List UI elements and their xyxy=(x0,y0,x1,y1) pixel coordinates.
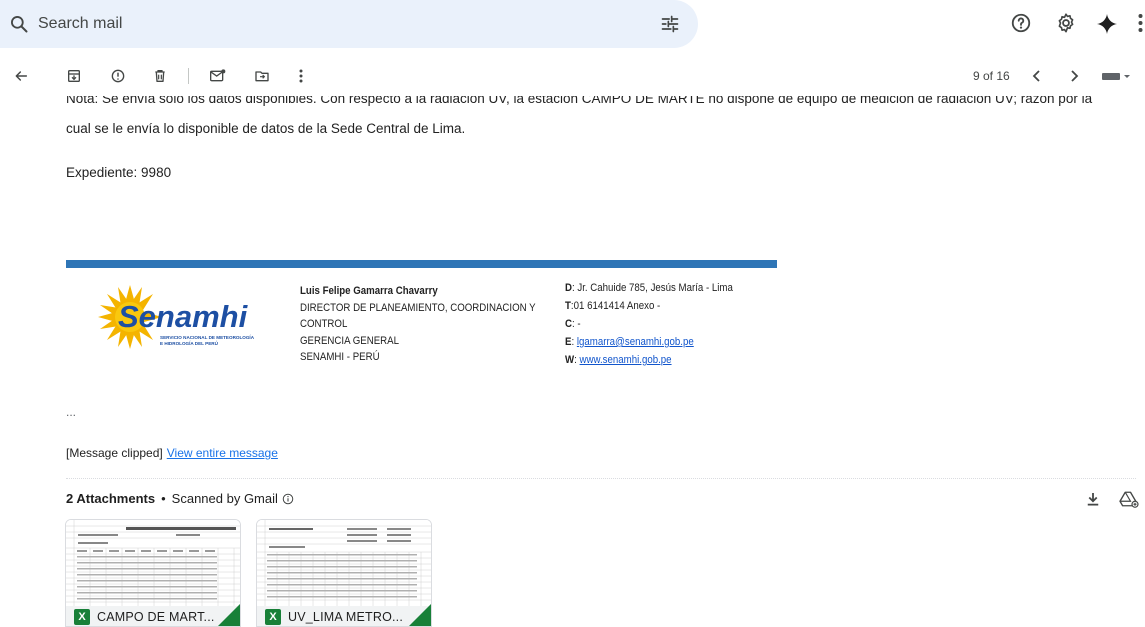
signature-details: Luis Felipe Gamarra Chavarry DIRECTOR DE… xyxy=(300,283,536,366)
archive-icon[interactable] xyxy=(64,66,84,86)
help-icon[interactable] xyxy=(1010,12,1032,34)
expediente-text: Expediente: 9980 xyxy=(66,165,172,180)
older-icon[interactable] xyxy=(1064,66,1084,86)
attachment-card[interactable]: X UV_LIMA METRO... xyxy=(256,519,432,627)
attachments-header: 2 Attachments • Scanned by Gmail xyxy=(66,491,294,506)
toolbar-divider xyxy=(188,68,189,84)
message-text-line: cual se le envía lo disponible de datos … xyxy=(66,121,466,136)
more-icon[interactable] xyxy=(291,66,311,86)
svg-text:E HIDROLOGÍA DEL PERÚ: E HIDROLOGÍA DEL PERÚ xyxy=(160,339,219,346)
attachment-name: UV_LIMA METRO... xyxy=(288,610,404,624)
attachments-count: 2 Attachments xyxy=(66,491,156,506)
corner-fold xyxy=(218,604,240,626)
signature-divider xyxy=(66,260,777,268)
spreadsheet-thumbnail xyxy=(66,520,240,606)
attachment-footer: X CAMPO DE MART... xyxy=(66,606,240,626)
signature-contact: D: Jr. Cahuide 785, Jesús María - Lima T… xyxy=(565,279,733,369)
search-input[interactable]: Search mail xyxy=(38,15,122,33)
svg-text:Senamhi: Senamhi xyxy=(118,299,249,334)
signature-title: DIRECTOR DE PLANEAMIENTO, COORDINACION Y xyxy=(300,301,536,314)
signature-title: CONTROL xyxy=(300,318,348,330)
attachments-divider xyxy=(66,478,1136,479)
corner-fold xyxy=(409,604,431,626)
download-all-icon[interactable] xyxy=(1084,490,1102,508)
contact-address: D: Jr. Cahuide 785, Jesús María - Lima xyxy=(565,282,733,294)
contact-cell: C: - xyxy=(565,318,581,330)
contact-email: E: lgamarra@senamhi.gob.pe xyxy=(565,336,694,348)
gemini-icon[interactable] xyxy=(1095,12,1119,36)
svg-text:SERVICIO NACIONAL DE METEOROLO: SERVICIO NACIONAL DE METEOROLOGÍA xyxy=(160,333,255,340)
back-icon[interactable] xyxy=(11,66,31,86)
show-trimmed-content[interactable]: ... xyxy=(66,405,76,419)
signature-organization: SENAMHI - PERÚ xyxy=(300,351,380,363)
search-bar[interactable]: Search mail xyxy=(0,0,698,48)
add-to-drive-icon[interactable] xyxy=(1119,490,1139,508)
message-toolbar: 9 of 16 xyxy=(0,62,1145,90)
move-to-icon[interactable] xyxy=(252,66,272,86)
attachment-name: CAMPO DE MART... xyxy=(97,610,215,624)
mark-unread-icon[interactable] xyxy=(208,66,228,86)
excel-icon: X xyxy=(265,609,281,625)
search-options-icon[interactable] xyxy=(660,14,680,34)
gear-icon[interactable] xyxy=(1055,12,1077,34)
spreadsheet-thumbnail xyxy=(257,520,431,606)
signature-department: GERENCIA GENERAL xyxy=(300,334,399,347)
pagination-label: 9 of 16 xyxy=(973,69,1010,83)
scanned-label: Scanned by Gmail xyxy=(171,491,278,506)
attachment-card[interactable]: X CAMPO DE MART... xyxy=(65,519,241,627)
search-icon[interactable] xyxy=(9,14,29,34)
contact-web: W: www.senamhi.gob.pe xyxy=(565,354,672,366)
excel-icon: X xyxy=(74,609,90,625)
message-text-line: Nota: Se envía solo los datos disponible… xyxy=(66,96,1093,106)
info-icon[interactable] xyxy=(282,493,294,505)
website-link[interactable]: www.senamhi.gob.pe xyxy=(580,354,672,366)
view-entire-message-link[interactable]: View entire message xyxy=(167,446,278,460)
newer-icon[interactable] xyxy=(1027,66,1047,86)
report-spam-icon[interactable] xyxy=(108,66,128,86)
apps-icon[interactable] xyxy=(1136,12,1145,34)
input-tools-icon[interactable] xyxy=(1100,66,1134,86)
delete-icon[interactable] xyxy=(150,66,170,86)
senamhi-logo: Senamhi SERVICIO NACIONAL DE METEOROLOGÍ… xyxy=(98,285,255,349)
message-clipped-notice: [Message clipped] View entire message xyxy=(66,446,278,460)
attachment-footer: X UV_LIMA METRO... xyxy=(257,606,431,626)
contact-phone: T:01 6141414 Anexo - xyxy=(565,300,661,312)
email-link[interactable]: lgamarra@senamhi.gob.pe xyxy=(577,336,694,348)
signature-name: Luis Felipe Gamarra Chavarry xyxy=(300,285,438,297)
